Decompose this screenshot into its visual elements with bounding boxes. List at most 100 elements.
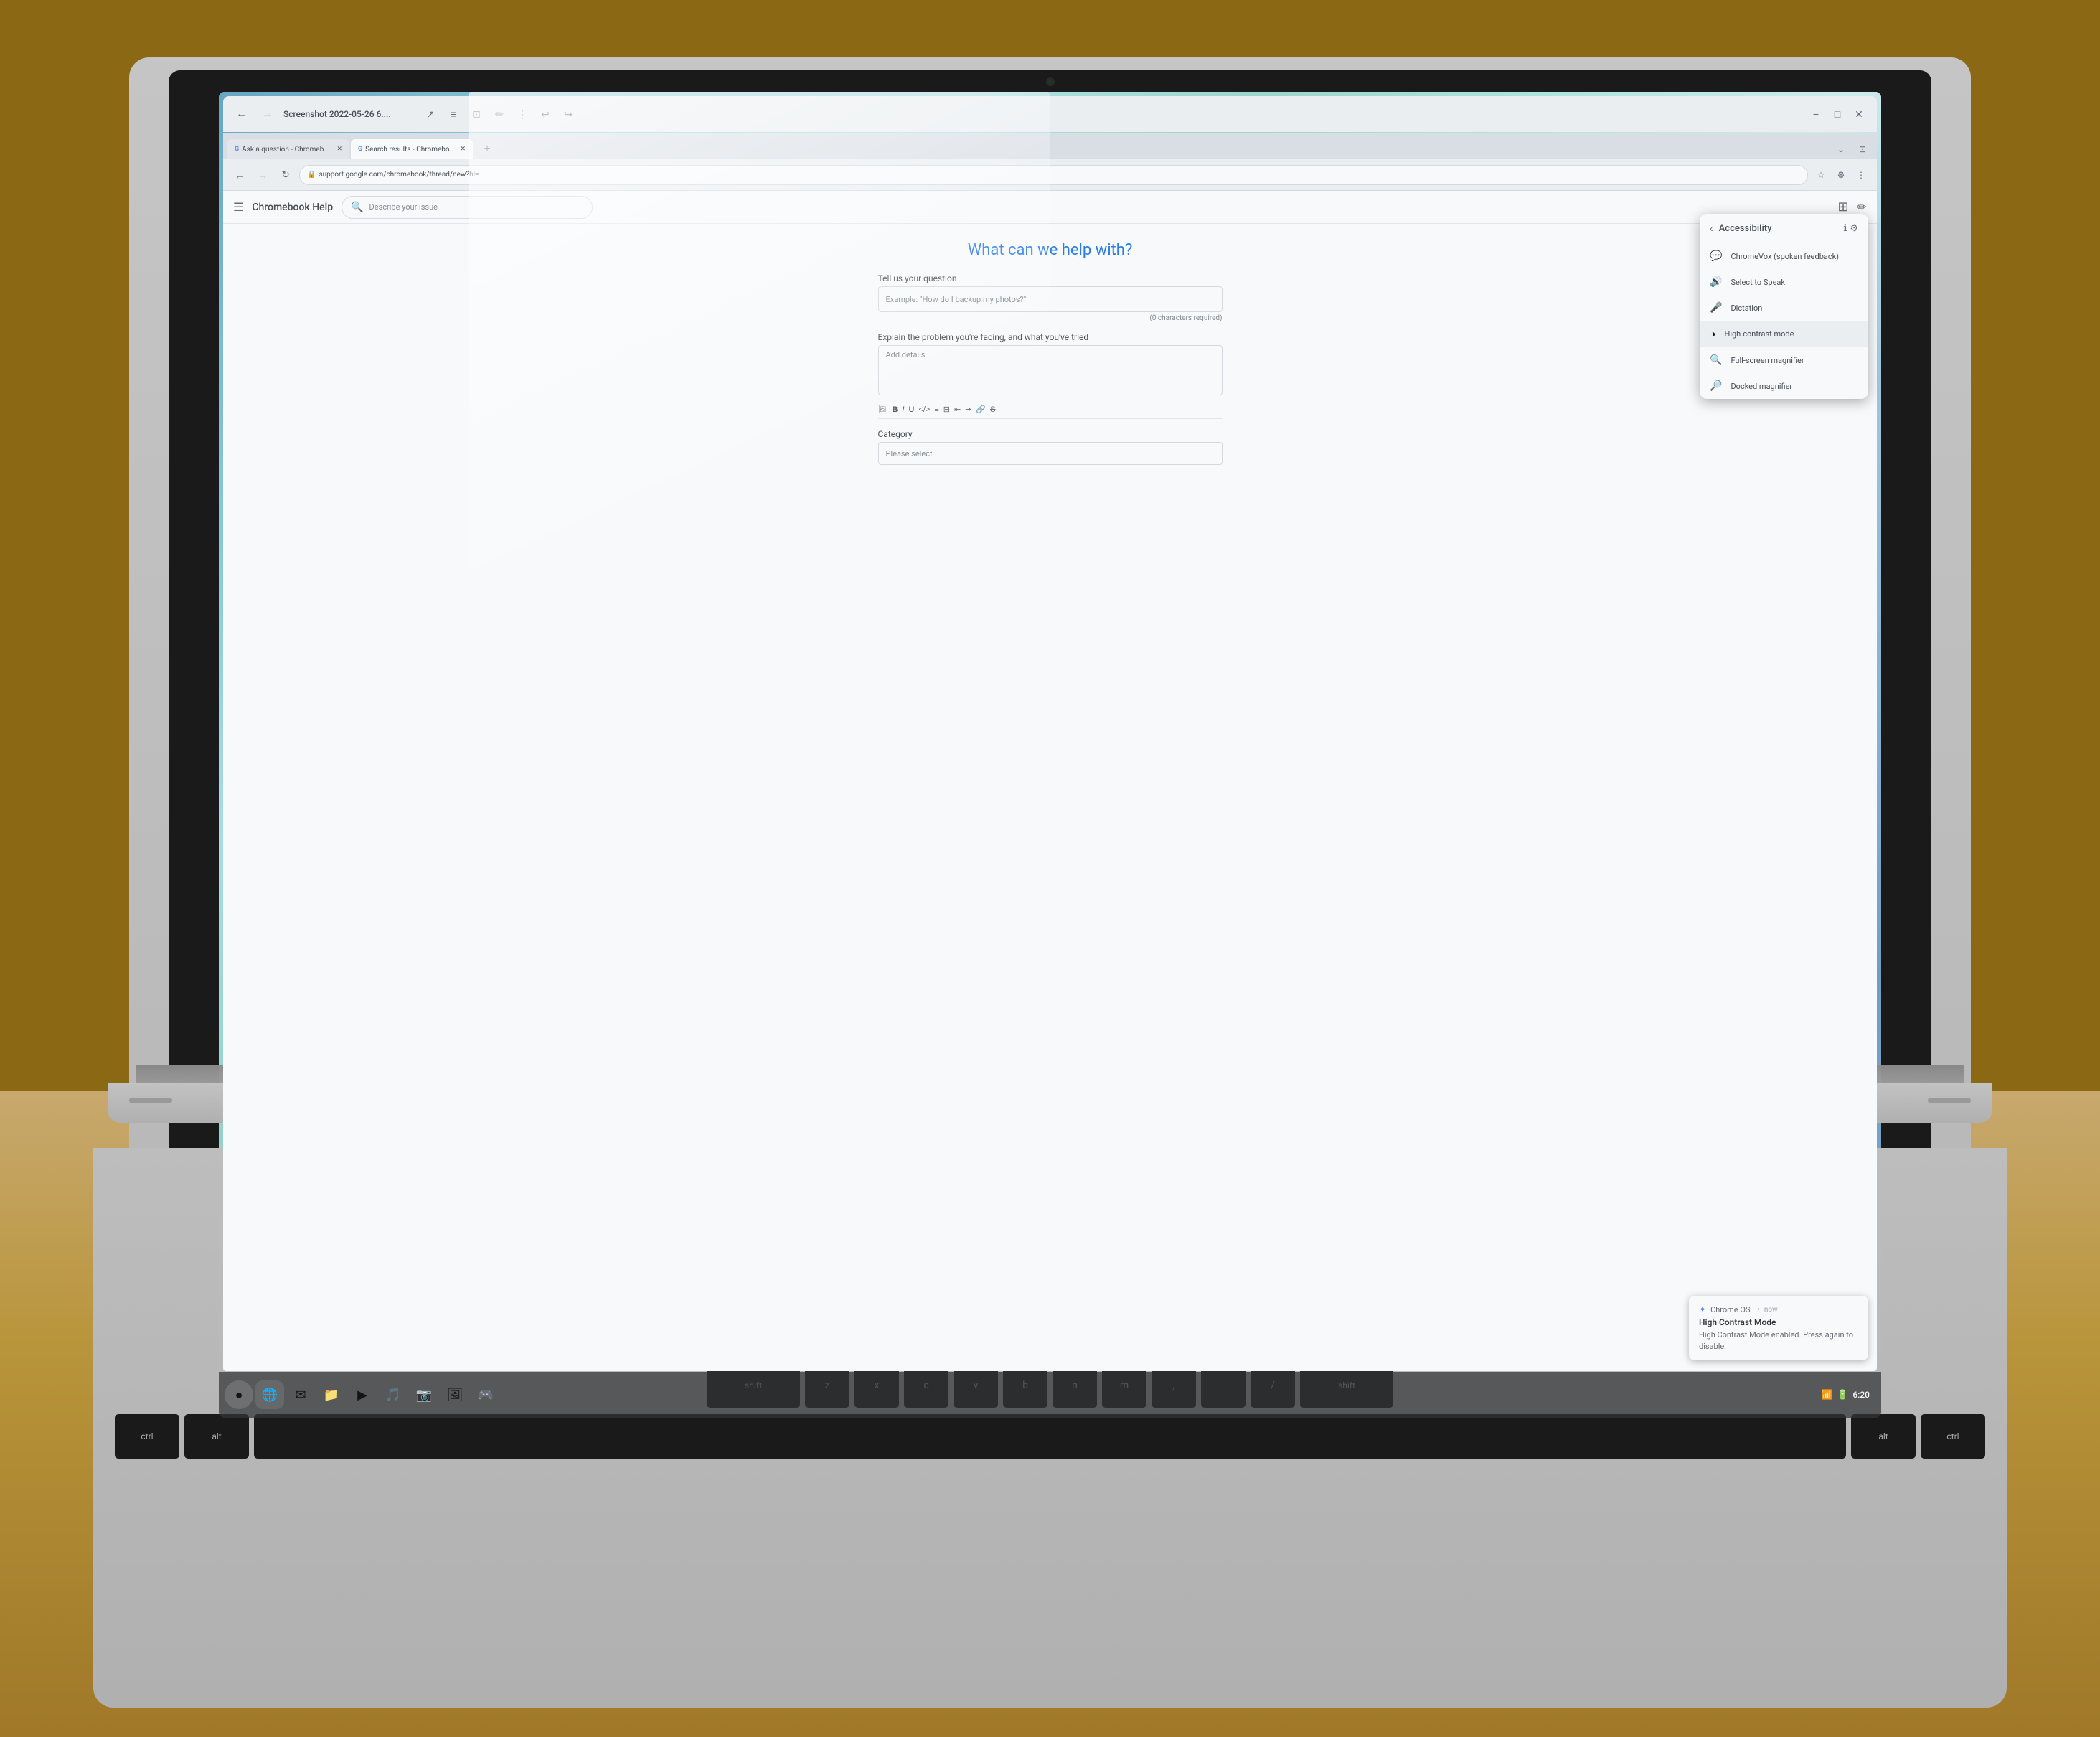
high-contrast-label: High-contrast mode	[1724, 329, 1794, 339]
key-ctrl-left[interactable]: ctrl	[115, 1414, 179, 1459]
new-tab-button[interactable]: +	[477, 139, 497, 159]
tab-2-label: Search results - Chromebook H...	[365, 146, 454, 154]
format-button[interactable]: ≡	[444, 105, 463, 123]
crop-button[interactable]: ⊡	[467, 105, 486, 123]
shelf-app-chrome[interactable]: 🌐	[255, 1380, 284, 1409]
key-ctrl-right[interactable]: ctrl	[1921, 1414, 1985, 1459]
shelf-app-photos[interactable]: 🖼	[441, 1380, 469, 1409]
browser-forward-button[interactable]: →	[253, 166, 272, 184]
dictation-icon: 🎤	[1710, 302, 1722, 314]
shelf-app-youtube[interactable]: ▶	[348, 1380, 377, 1409]
toolbar-code-button[interactable]: </>	[918, 405, 930, 414]
key-alt-left[interactable]: alt	[184, 1414, 249, 1459]
tab-restore-button[interactable]: ⊡	[1852, 139, 1873, 159]
help-logo: Chromebook Help	[252, 202, 333, 213]
high-contrast-icon: ◑	[1710, 328, 1715, 340]
toolbar-link-button[interactable]: 🔗	[976, 405, 986, 414]
help-more-button[interactable]: ✏	[1857, 200, 1867, 215]
richtext-toolbar: 🖼 B I U </> ≡ ⊟ ⇤ ⇥ 🔗 S	[878, 400, 1223, 419]
toolbar-image-button[interactable]: 🖼	[878, 405, 888, 414]
shelf-status-area[interactable]: 📶 🔋 6:20	[1815, 1390, 1875, 1401]
toolbar-ol-button[interactable]: ⊟	[943, 405, 950, 414]
shelf-app-camera[interactable]: 📷	[410, 1380, 438, 1409]
key-space[interactable]	[254, 1414, 1846, 1459]
acc-item-select-to-speak[interactable]: 🔊 Select to Speak	[1700, 269, 1868, 295]
category-select[interactable]: Please select	[878, 442, 1223, 465]
share-button[interactable]: ↗	[421, 105, 440, 123]
address-text: support.google.com/chromebook/thread/new…	[319, 171, 484, 179]
vent-right	[1928, 1098, 1971, 1103]
tab-1[interactable]: G Ask a question - Chromebook... ✕	[227, 139, 349, 159]
webcam	[1046, 77, 1055, 86]
chromeos-shelf: ● 🌐 ✉ 📁 ▶ 🎵 📷 🖼 🎮 📶 🔋 6:20	[219, 1372, 1881, 1418]
bookmark-star-button[interactable]: ☆	[1812, 166, 1830, 184]
toolbar-indent-left-button[interactable]: ⇤	[954, 405, 961, 414]
category-placeholder: Please select	[886, 449, 933, 458]
explain-placeholder: Add details	[879, 346, 1222, 364]
toolbar-indent-right-button[interactable]: ⇥	[965, 405, 971, 414]
toolbar-ul-button[interactable]: ≡	[934, 405, 938, 414]
toast-title: High Contrast Mode	[1699, 1317, 1858, 1327]
address-bar[interactable]: 🔒 support.google.com/chromebook/thread/n…	[299, 165, 1808, 185]
tab-2-favicon: G	[358, 146, 362, 153]
toolbar-bold-button[interactable]: B	[892, 405, 898, 414]
help-search-placeholder: Describe your issue	[369, 202, 438, 212]
grid-apps-button[interactable]: ⊞	[1838, 199, 1849, 215]
shelf-app-files[interactable]: 📁	[317, 1380, 346, 1409]
toolbar-underline-button[interactable]: U	[908, 405, 914, 414]
tab-search-button[interactable]: ⌄	[1831, 139, 1851, 159]
hamburger-menu-button[interactable]: ☰	[233, 200, 243, 215]
app-toolbar: ← → Screenshot 2022-05-26 6.... ↗ ≡ ⊡ ✏ …	[223, 96, 1877, 132]
forward-button[interactable]: →	[258, 104, 278, 124]
question-input[interactable]: Example: "How do I backup my photos?"	[878, 286, 1223, 312]
toolbar-italic-button[interactable]: I	[902, 405, 904, 414]
acc-panel-header: ‹ Accessibility ℹ ⚙	[1700, 214, 1868, 243]
laptop-lid: ← → Screenshot 2022-05-26 6.... ↗ ≡ ⊡ ✏ …	[129, 57, 1971, 1522]
acc-settings-button[interactable]: ⚙	[1850, 222, 1858, 234]
fullscreen-magnifier-label: Full-screen magnifier	[1731, 356, 1804, 365]
shelf-app-music[interactable]: 🎵	[379, 1380, 408, 1409]
browser-more-button[interactable]: ⋮	[1852, 166, 1870, 184]
help-nav-bar: ☰ Chromebook Help 🔍 Describe your issue …	[223, 191, 1877, 224]
shelf-app-games[interactable]: 🎮	[471, 1380, 500, 1409]
shelf-app-gmail[interactable]: ✉	[286, 1380, 315, 1409]
clock: 6:20	[1852, 1390, 1870, 1400]
acc-item-chromevox[interactable]: 💬 ChromeVox (spoken feedback)	[1700, 243, 1868, 269]
shelf-launcher[interactable]: ●	[225, 1380, 253, 1409]
app-title: Screenshot 2022-05-26 6....	[283, 109, 413, 119]
tab-1-close[interactable]: ✕	[336, 146, 342, 153]
browser-settings-button[interactable]: ⚙	[1832, 166, 1850, 184]
acc-back-button[interactable]: ‹	[1710, 222, 1713, 234]
screen-bezel: ← → Screenshot 2022-05-26 6.... ↗ ≡ ⊡ ✏ …	[169, 70, 1931, 1482]
redo-button[interactable]: ↪	[559, 105, 578, 123]
help-search-bar[interactable]: 🔍 Describe your issue	[342, 196, 593, 219]
undo-button[interactable]: ↩	[536, 105, 555, 123]
browser-back-button[interactable]: ←	[230, 166, 249, 184]
minimize-button[interactable]: −	[1807, 105, 1825, 123]
question-label: Tell us your question	[878, 273, 1223, 283]
chrome-browser-window: G Ask a question - Chromebook... ✕ G Sea…	[223, 133, 1877, 1371]
annotate-button[interactable]: ✏	[490, 105, 509, 123]
key-alt-right[interactable]: alt	[1851, 1414, 1916, 1459]
close-button[interactable]: ✕	[1850, 105, 1868, 123]
category-label: Category	[878, 429, 1223, 439]
maximize-button[interactable]: □	[1828, 105, 1847, 123]
search-icon: 🔍	[351, 202, 363, 213]
acc-title: Accessibility	[1719, 223, 1844, 234]
help-form: Tell us your question Example: "How do I…	[878, 273, 1223, 465]
browser-refresh-button[interactable]: ↻	[276, 166, 295, 184]
highlight-button[interactable]: ⋮	[513, 105, 532, 123]
toast-app-icon: ✦	[1699, 1304, 1706, 1314]
toolbar-strikethrough-button[interactable]: S	[990, 405, 995, 414]
acc-item-docked-magnifier[interactable]: 🔎 Docked magnifier	[1700, 373, 1868, 399]
acc-item-fullscreen-magnifier[interactable]: 🔍 Full-screen magnifier	[1700, 347, 1868, 373]
tab-2[interactable]: G Search results - Chromebook H... ✕	[351, 139, 473, 159]
acc-item-high-contrast[interactable]: ◑ High-contrast mode	[1700, 321, 1868, 347]
explain-textarea[interactable]: Add details	[878, 345, 1223, 395]
tab-2-close[interactable]: ✕	[460, 146, 466, 153]
acc-info-button[interactable]: ℹ	[1843, 222, 1847, 234]
back-button[interactable]: ←	[232, 104, 252, 124]
acc-item-dictation[interactable]: 🎤 Dictation	[1700, 295, 1868, 321]
browser-action-icons: ☆ ⚙ ⋮	[1812, 166, 1870, 184]
question-placeholder: Example: "How do I backup my photos?"	[886, 295, 1027, 304]
